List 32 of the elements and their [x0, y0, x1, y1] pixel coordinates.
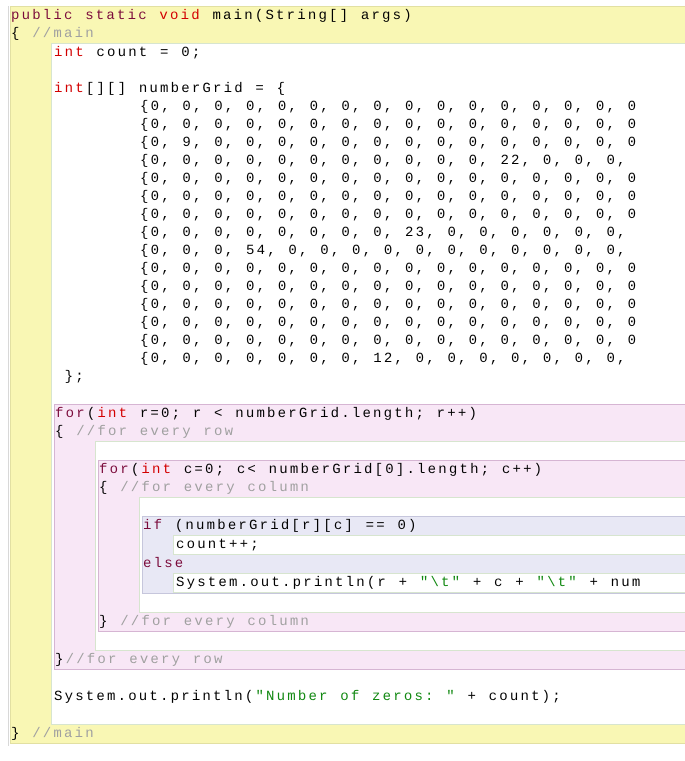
code-line: {0, 0, 0, 0, 0, 0, 0, 0, 23, 0, 0, 0, 0, 0, 0,: [140, 224, 629, 242]
code-line: count++;: [176, 536, 262, 554]
code-line: int[][] numberGrid = {: [54, 80, 288, 98]
code-line: {0, 0, 0, 0, 0, 0, 0, 0, 0, 0, 0, 0, 0, 0, 0, 0: [140, 332, 640, 350]
code-line: {0, 0, 0, 0, 0, 0, 0, 0, 0, 0, 0, 0, 0, 0, 0, 0: [140, 314, 640, 332]
code-line: { //for every column: [99, 479, 312, 497]
code-line: {0, 0, 0, 0, 0, 0, 0, 0, 0, 0, 0, 0, 0, 0, 0, 0: [140, 260, 640, 278]
code-line: if (numberGrid[r][c] == 0): [143, 517, 420, 535]
code-line: {0, 0, 0, 0, 0, 0, 0, 0, 0, 0, 0, 0, 0, 0, 0, 0: [140, 188, 640, 206]
code-line: System.out.println("Number of zeros: " + count);: [54, 688, 564, 706]
code-line: {0, 0, 0, 0, 0, 0, 0, 0, 0, 0, 0, 0, 0, 0, 0, 0: [140, 98, 640, 116]
code-line: { //main: [11, 25, 97, 43]
code-line: public static void main(String[] args): [11, 7, 415, 25]
code-line: {0, 0, 0, 0, 0, 0, 0, 0, 0, 0, 0, 0, 0, 0, 0, 0: [140, 116, 640, 134]
code-line: for(int r=0; r < numberGrid.length; r++): [55, 405, 480, 423]
code-line: {0, 0, 0, 0, 0, 0, 0, 0, 0, 0, 0, 0, 0, 0, 0, 0: [140, 206, 640, 224]
code-line: { //for every row: [55, 423, 236, 441]
code-line: } //for every column: [99, 613, 312, 631]
code-line: int count = 0;: [54, 44, 204, 62]
code-line: };: [64, 368, 87, 386]
code-line: {0, 0, 0, 0, 0, 0, 0, 0, 0, 0, 0, 22, 0, 0, 0,: [140, 152, 629, 170]
code-line: {0, 0, 0, 54, 0, 0, 0, 0, 0, 0, 0, 0, 0, 0, 0,: [140, 242, 629, 260]
code-line: else: [143, 555, 186, 573]
code-line: } //main: [11, 725, 97, 743]
code-line: {0, 9, 0, 0, 0, 0, 0, 0, 0, 0, 0, 0, 0, 0, 0, 0: [140, 134, 640, 152]
code-line: }//for every row: [55, 651, 226, 669]
code-line: {0, 0, 0, 0, 0, 0, 0, 0, 0, 0, 0, 0, 0, 0, 0, 0: [140, 278, 640, 296]
code-line: for(int c=0; c< numberGrid[0].length; c++): [99, 461, 546, 479]
code-line: {0, 0, 0, 0, 0, 0, 0, 0, 0, 0, 0, 0, 0, 0, 0, 0: [140, 170, 640, 188]
code-line: {0, 0, 0, 0, 0, 0, 0, 12, 0, 0, 0, 0, 0, 0, 0,: [140, 350, 629, 368]
code-line: System.out.println(r + "\t" + c + "\t" + num: [176, 574, 644, 592]
code-line: {0, 0, 0, 0, 0, 0, 0, 0, 0, 0, 0, 0, 0, 0, 0, 0: [140, 296, 640, 314]
